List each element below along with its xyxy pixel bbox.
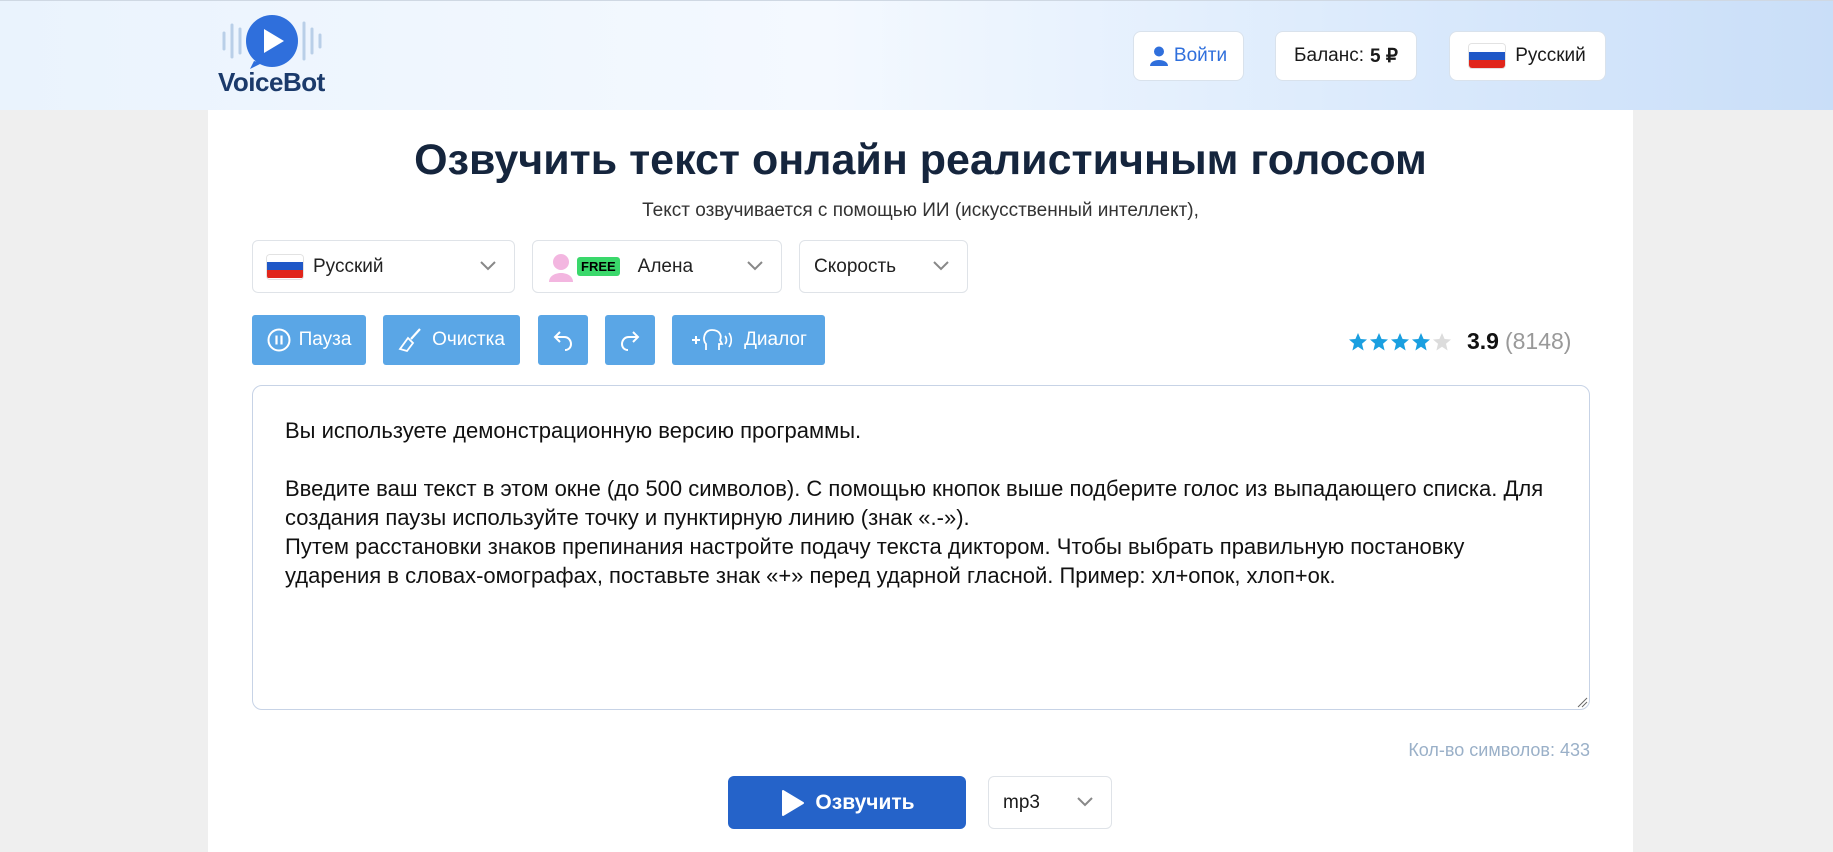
site-language-label: Русский [1515,45,1586,66]
speed-select-value: Скорость [814,255,897,277]
voice-select[interactable]: FREE Алена [532,240,782,293]
char-counter: Кол-во символов: 433 [1408,740,1590,760]
dialog-button[interactable]: Диалог [672,315,825,365]
logo-icon [222,15,322,69]
chevron-down-icon [480,261,496,271]
chevron-down-icon [747,261,763,271]
dialog-label: Диалог [744,329,807,350]
free-badge: FREE [577,257,620,276]
logo-text: VoiceBot [218,67,325,97]
female-avatar-icon [549,253,573,282]
main-panel: Озвучить текст онлайн реалистичным голос… [208,110,1633,852]
site-language-selector[interactable]: Русский [1449,31,1606,81]
star-filled-icon[interactable] [1348,332,1368,352]
russia-flag-icon [267,254,303,279]
rating-count: (8148) [1504,328,1572,354]
page-title: Озвучить текст онлайн реалистичным голос… [414,136,1427,184]
play-icon [782,789,805,816]
clear-button[interactable]: Очистка [383,315,520,365]
undo-button[interactable] [538,315,588,365]
user-icon [1149,46,1168,66]
login-button[interactable]: Войти [1133,31,1244,81]
voicebot-logo[interactable]: VoiceBot [218,13,358,97]
redo-button[interactable] [605,315,655,365]
speed-select[interactable]: Скорость [799,240,968,293]
balance-display[interactable]: Баланс: 5 ₽ [1275,31,1417,81]
rating-widget[interactable]: 3.9 (8148) [1348,328,1571,355]
speak-label: Озвучить [815,790,915,814]
star-empty-icon[interactable] [1432,332,1452,352]
chevron-down-icon [933,261,949,271]
balance-label: Баланс: [1294,45,1365,66]
format-select[interactable]: mp3 [988,776,1112,829]
redo-icon [620,331,640,351]
rating-stars[interactable] [1348,332,1453,352]
clear-label: Очистка [432,329,505,350]
undo-icon [553,331,573,351]
resize-handle-icon[interactable] [1576,696,1588,708]
format-select-value: mp3 [1003,791,1040,813]
site-header: VoiceBot Войти Баланс: 5 ₽ Русский [0,0,1833,110]
star-filled-icon[interactable] [1390,332,1410,352]
russia-flag-icon [1469,44,1506,68]
star-filled-icon[interactable] [1411,332,1431,352]
balance-value: 5 ₽ [1370,45,1398,67]
rating-value: 3.9 [1467,328,1499,354]
text-input-area[interactable]: Вы используете демонстрационную версию п… [252,385,1590,710]
pause-button[interactable]: Пауза [252,315,366,365]
page-subtitle: Текст озвучивается с помощью ИИ (искусст… [642,200,1199,221]
pause-label: Пауза [298,329,352,350]
login-label: Войти [1173,45,1228,66]
pause-icon [267,328,291,352]
broom-icon [398,328,421,353]
speak-button[interactable]: Озвучить [728,776,966,829]
language-select-value: Русский [313,255,384,277]
star-filled-icon[interactable] [1369,332,1389,352]
chevron-down-icon [1077,797,1093,807]
language-select[interactable]: Русский [252,240,515,293]
voice-select-value: Алена [637,255,694,277]
add-speaker-icon [692,329,733,350]
